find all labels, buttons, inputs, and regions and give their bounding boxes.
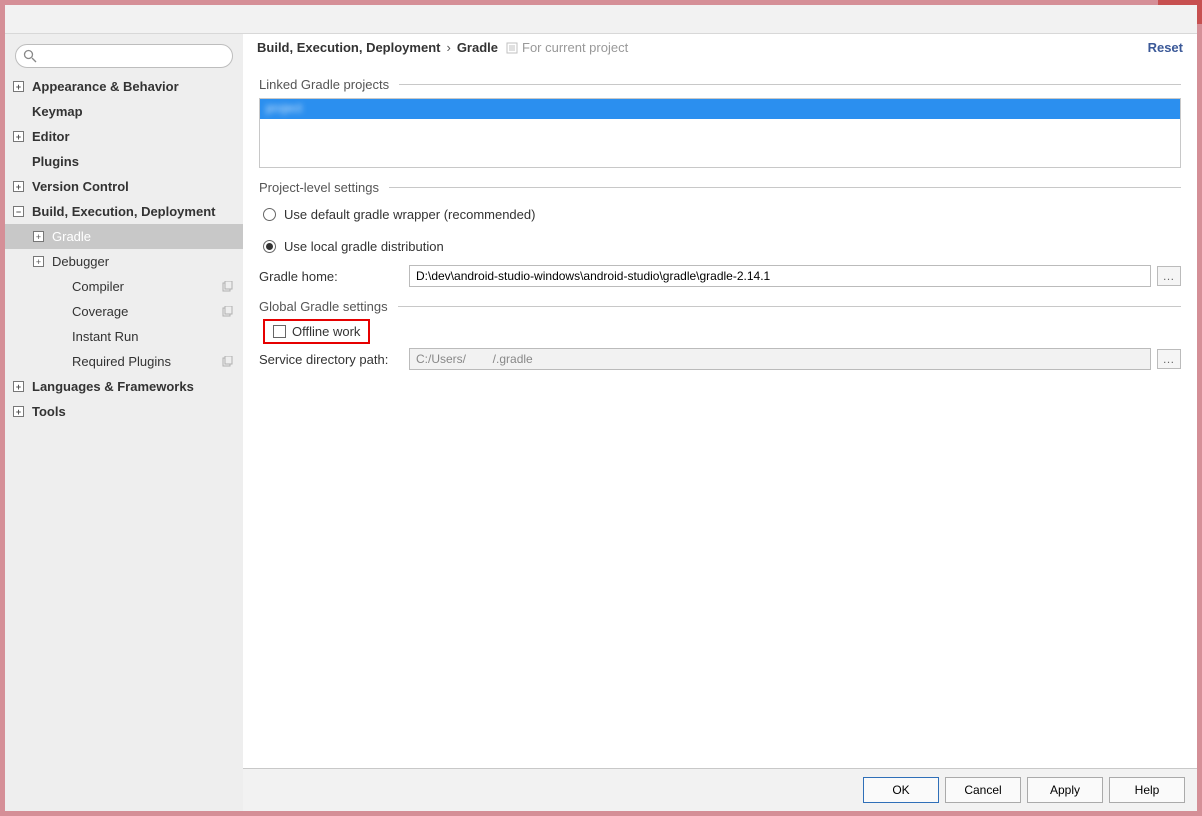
- tree-item-required-plugins[interactable]: Required Plugins: [5, 349, 243, 374]
- expand-icon[interactable]: +: [33, 231, 44, 242]
- expand-icon[interactable]: +: [13, 406, 24, 417]
- tree-item-instant-run[interactable]: Instant Run: [5, 324, 243, 349]
- service-dir-input[interactable]: [409, 348, 1151, 370]
- linked-projects-list[interactable]: project: [259, 98, 1181, 168]
- spacer: [53, 281, 64, 292]
- spacer: [53, 356, 64, 367]
- radio-icon: [263, 208, 276, 221]
- breadcrumb-current: Gradle: [457, 40, 498, 55]
- breadcrumb-parent[interactable]: Build, Execution, Deployment: [257, 40, 440, 55]
- tree-item-keymap[interactable]: Keymap: [5, 99, 243, 124]
- apply-button[interactable]: Apply: [1027, 777, 1103, 803]
- tree-item-label: Keymap: [32, 104, 243, 119]
- tree-item-label: Tools: [32, 404, 243, 419]
- tree-item-label: Editor: [32, 129, 243, 144]
- collapse-icon[interactable]: −: [13, 206, 24, 217]
- expand-icon[interactable]: +: [13, 131, 24, 142]
- expand-icon[interactable]: +: [13, 381, 24, 392]
- spacer: [53, 306, 64, 317]
- offline-work-highlight: Offline work: [263, 319, 370, 344]
- project-level-label: Project-level settings: [259, 180, 379, 195]
- search-input[interactable]: [15, 44, 233, 68]
- tree-item-label: Debugger: [52, 254, 243, 269]
- gradle-home-input[interactable]: [409, 265, 1151, 287]
- spacer: [53, 331, 64, 342]
- tree-item-gradle[interactable]: + Gradle: [5, 224, 243, 249]
- help-button[interactable]: Help: [1109, 777, 1185, 803]
- spacer: [13, 106, 24, 117]
- offline-work-label: Offline work: [292, 324, 360, 339]
- tree-item-build-execution-deployment[interactable]: −Build, Execution, Deployment: [5, 199, 243, 224]
- linked-project-item[interactable]: project: [260, 99, 1180, 119]
- browse-button[interactable]: …: [1157, 266, 1181, 286]
- tree-item-plugins[interactable]: Plugins: [5, 149, 243, 174]
- expand-icon[interactable]: +: [13, 81, 24, 92]
- search-icon: [23, 49, 37, 63]
- breadcrumb: Build, Execution, Deployment › Gradle Fo…: [243, 34, 1197, 59]
- use-local-dist-radio[interactable]: Use local gradle distribution: [263, 233, 1181, 259]
- tree-item-label: Languages & Frameworks: [32, 379, 243, 394]
- tree-item-label: Required Plugins: [72, 354, 221, 369]
- tree-item-label: Appearance & Behavior: [32, 79, 243, 94]
- service-dir-label: Service directory path:: [259, 352, 409, 367]
- project-scope-icon: [506, 42, 518, 54]
- global-settings-label: Global Gradle settings: [259, 299, 388, 314]
- tree-item-compiler[interactable]: Compiler: [5, 274, 243, 299]
- expand-icon[interactable]: +: [33, 256, 44, 267]
- radio-label: Use default gradle wrapper (recommended): [284, 207, 535, 222]
- ok-button[interactable]: OK: [863, 777, 939, 803]
- expand-icon[interactable]: +: [13, 181, 24, 192]
- tree-item-tools[interactable]: + Tools: [5, 399, 243, 424]
- tree-item-appearance-behavior[interactable]: + Appearance & Behavior: [5, 74, 243, 99]
- offline-work-checkbox[interactable]: [273, 325, 286, 338]
- tree-item-label: Build, Execution, Deployment: [32, 204, 243, 219]
- tree-item-label: Plugins: [32, 154, 243, 169]
- spacer: [13, 156, 24, 167]
- browse-button[interactable]: …: [1157, 349, 1181, 369]
- tree-item-languages-frameworks[interactable]: + Languages & Frameworks: [5, 374, 243, 399]
- tree-item-label: Compiler: [72, 279, 221, 294]
- linked-projects-label: Linked Gradle projects: [259, 77, 389, 92]
- radio-icon: [263, 240, 276, 253]
- tree-item-editor[interactable]: + Editor: [5, 124, 243, 149]
- tree-item-debugger[interactable]: + Debugger: [5, 249, 243, 274]
- tree-item-coverage[interactable]: Coverage: [5, 299, 243, 324]
- tree-item-label: Version Control: [32, 179, 243, 194]
- reset-link[interactable]: Reset: [1148, 40, 1183, 55]
- project-scope-icon: [221, 306, 233, 318]
- tree-item-version-control[interactable]: + Version Control: [5, 174, 243, 199]
- scope-hint: For current project: [522, 40, 628, 55]
- cancel-button[interactable]: Cancel: [945, 777, 1021, 803]
- dialog-footer: OK Cancel Apply Help: [243, 768, 1197, 811]
- tree-item-label: Instant Run: [72, 329, 243, 344]
- project-scope-icon: [221, 356, 233, 368]
- settings-tree: + Appearance & Behavior Keymap + Editor Plugi…: [5, 34, 243, 811]
- settings-main: Build, Execution, Deployment › Gradle Fo…: [243, 34, 1197, 811]
- tree-item-label: Coverage: [72, 304, 221, 319]
- project-scope-icon: [221, 281, 233, 293]
- radio-label: Use local gradle distribution: [284, 239, 444, 254]
- chevron-right-icon: ›: [446, 40, 450, 55]
- settings-window: Settings +Appe: [0, 0, 1202, 816]
- gradle-home-label: Gradle home:: [259, 269, 409, 284]
- tree-item-label: Gradle: [52, 229, 243, 244]
- use-default-wrapper-radio[interactable]: Use default gradle wrapper (recommended): [263, 201, 1181, 227]
